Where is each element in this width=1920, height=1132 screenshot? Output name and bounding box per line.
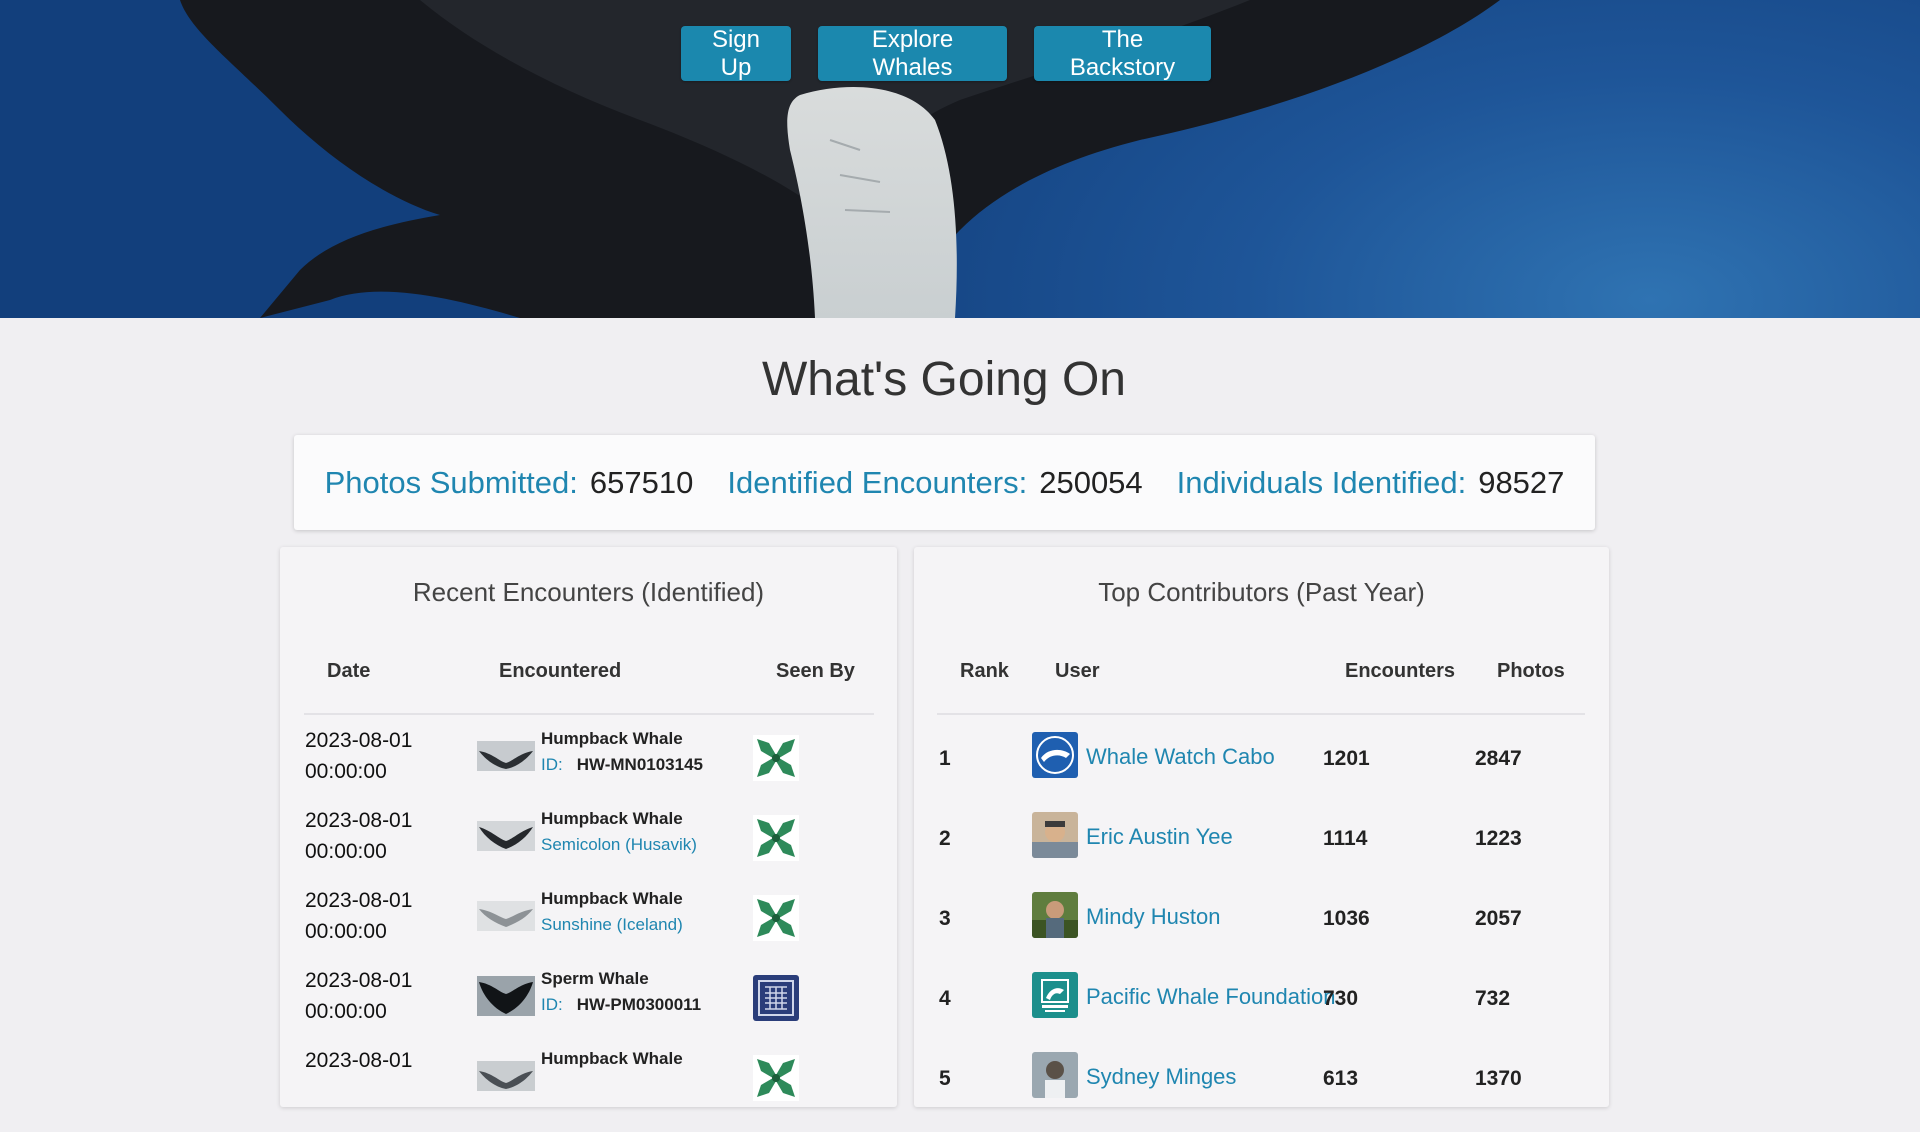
page-title: What's Going On [762,353,1126,406]
table-row[interactable]: 4 Pacific Whale Foundation 730 732 [914,972,1609,1052]
whale-fluke-thumbnail[interactable] [477,901,535,931]
stat-value: 657510 [589,464,694,500]
contributor-rank: 2 [939,827,951,850]
column-header-encounters: Encounters [1345,660,1456,682]
whale-fluke-thumbnail[interactable] [477,1061,535,1091]
person-photo-avatar-icon[interactable] [1032,892,1078,938]
column-header-photos: Photos [1497,660,1565,682]
column-header-seen-by: Seen By [776,660,855,682]
table-row[interactable]: 2023-08-01 Humpback Whale [280,1045,897,1125]
contributor-name-link[interactable]: Sydney Minges [1086,1064,1236,1090]
contributor-photos: 2057 [1475,907,1522,930]
table-row[interactable]: 2023-08-01 00:00:00 Humpback Whale ID: HW-… [280,725,897,805]
contributor-name-link[interactable]: Pacific Whale Foundation [1086,984,1335,1010]
table-header-divider [937,713,1585,715]
stat-identified-encounters: Identified Encounters: 250054 [727,465,1142,501]
stat-value: 250054 [1039,464,1143,500]
species-name: Humpback Whale [541,729,683,748]
hero-banner: Sign Up Explore Whales The Backstory [0,0,1920,318]
stat-label: Identified Encounters: [727,464,1028,500]
contributor-rank: 1 [939,747,951,770]
stat-value: 98527 [1478,464,1565,500]
contributor-rank: 3 [939,907,951,930]
whale-logo-avatar-icon[interactable] [1032,732,1078,778]
individual-id: ID: HW-PM0300011 [541,995,702,1014]
contributor-name-link[interactable]: Whale Watch Cabo [1086,744,1275,770]
table-row[interactable]: 1 Whale Watch Cabo 1201 2847 [914,732,1609,812]
individual-id: ID: HW-MN0103145 [541,755,703,774]
table-row[interactable]: 5 Sydney Minges 613 1370 [914,1052,1609,1132]
species-name: Sperm Whale [541,969,649,988]
individual-name-link[interactable]: Sunshine (Iceland) [541,915,683,935]
stat-label: Individuals Identified: [1176,464,1467,500]
stat-individuals-identified: Individuals Identified: 98527 [1177,465,1565,501]
green-pattern-avatar-icon[interactable] [753,735,799,781]
stats-bar: Photos Submitted: 657510 Identified Encou… [294,435,1595,530]
species-name: Humpback Whale [541,889,683,908]
green-pattern-avatar-icon[interactable] [753,895,799,941]
species-name: Humpback Whale [541,809,683,828]
whale-fluke-thumbnail[interactable] [477,741,535,771]
contributor-name-link[interactable]: Mindy Huston [1086,904,1221,930]
contributor-photos: 2847 [1475,747,1522,770]
contributor-encounters: 730 [1323,987,1359,1010]
explore-whales-button[interactable]: Explore Whales [818,26,1007,81]
encounter-date: 2023-08-01 00:00:00 [305,969,413,1023]
contributor-rank: 4 [939,987,951,1010]
contributor-encounters: 1201 [1323,747,1370,770]
table-row[interactable]: 2 Eric Austin Yee 1114 1223 [914,812,1609,892]
contributor-rank: 5 [939,1067,951,1090]
green-pattern-avatar-icon[interactable] [753,815,799,861]
column-header-encountered: Encountered [499,660,622,682]
person-photo-avatar-icon[interactable] [1032,812,1078,858]
contributor-photos: 1370 [1475,1067,1522,1090]
top-contributors-panel: Top Contributors (Past Year) Rank User E… [914,547,1609,1107]
column-header-user: User [1055,660,1100,682]
contributor-photos: 732 [1475,987,1511,1010]
encounter-date: 2023-08-01 00:00:00 [305,889,413,943]
whale-fluke-thumbnail[interactable] [477,976,535,1016]
species-name: Humpback Whale [541,1049,683,1068]
backstory-button[interactable]: The Backstory [1034,26,1211,81]
table-row[interactable]: 2023-08-01 00:00:00 Humpback Whale Sunshi… [280,885,897,965]
blue-pattern-avatar-icon[interactable] [753,975,799,1021]
contributor-photos: 1223 [1475,827,1522,850]
green-pattern-avatar-icon[interactable] [753,1055,799,1101]
stat-photos-submitted: Photos Submitted: 657510 [325,465,694,501]
top-contributors-title: Top Contributors (Past Year) [1098,577,1425,607]
table-row[interactable]: 2023-08-01 00:00:00 Sperm Whale ID: HW-PM0… [280,965,897,1045]
contributor-encounters: 1036 [1323,907,1370,930]
person-photo-avatar-icon[interactable] [1032,1052,1078,1098]
encounter-date: 2023-08-01 00:00:00 [305,809,413,863]
encounter-date: 2023-08-01 00:00:00 [305,729,413,783]
foundation-logo-avatar-icon[interactable] [1032,972,1078,1018]
encounter-date: 2023-08-01 [305,1049,413,1072]
recent-encounters-title: Recent Encounters (Identified) [412,577,765,607]
contributor-encounters: 613 [1323,1067,1359,1090]
column-header-rank: Rank [960,660,1009,682]
individual-name-link[interactable]: Semicolon (Husavik) [541,835,697,855]
contributor-encounters: 1114 [1323,827,1368,850]
recent-encounters-panel: Recent Encounters (Identified) Date Enco… [280,547,897,1107]
table-row[interactable]: 3 Mindy Huston 1036 2057 [914,892,1609,972]
table-header-divider [304,713,874,715]
column-header-date: Date [327,660,371,682]
whale-fluke-thumbnail[interactable] [477,821,535,851]
stat-label: Photos Submitted: [324,464,578,500]
contributor-name-link[interactable]: Eric Austin Yee [1086,824,1233,850]
hero-button-group: Sign Up Explore Whales The Backstory [681,26,1211,81]
sign-up-button[interactable]: Sign Up [681,26,791,81]
table-row[interactable]: 2023-08-01 00:00:00 Humpback Whale Semico… [280,805,897,885]
